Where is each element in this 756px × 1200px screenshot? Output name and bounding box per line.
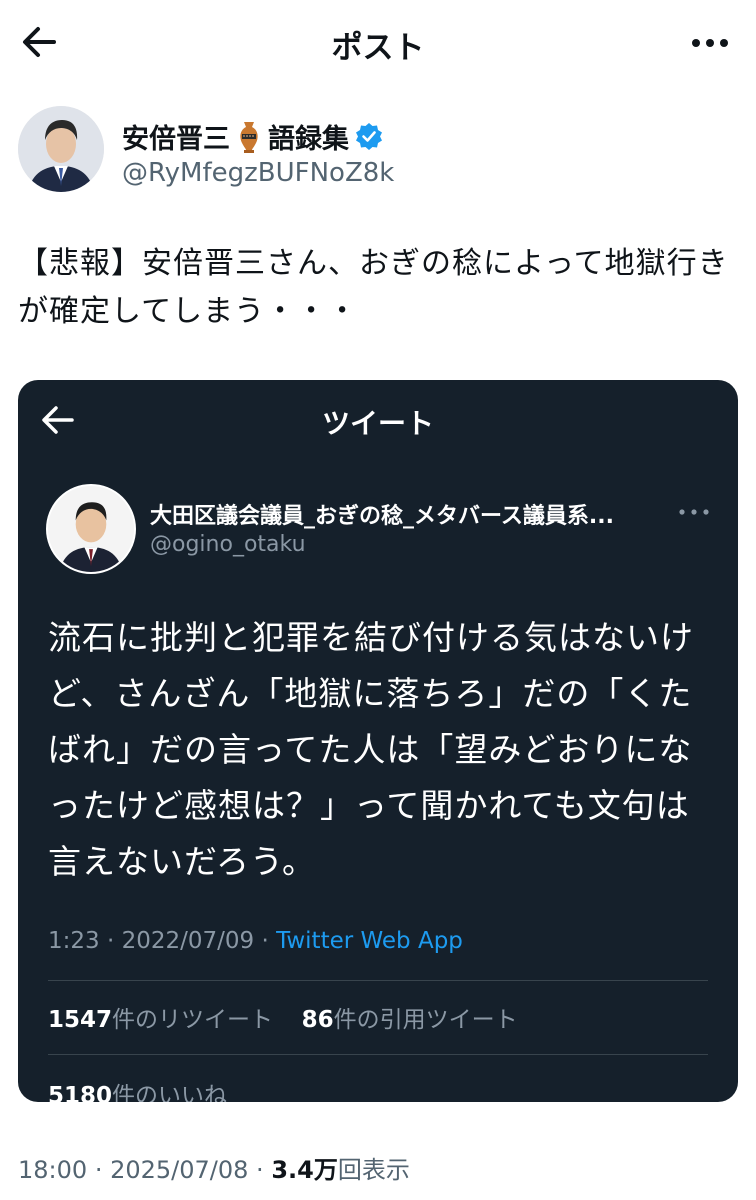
top-bar: ポスト xyxy=(0,0,756,86)
more-options-icon[interactable] xyxy=(688,28,732,58)
quoted-author-name: 大田区議会議員_おぎの稔_メタバース議員系... xyxy=(150,504,614,529)
quoted-author-avatar xyxy=(46,484,136,574)
likes-label: 件のいいね xyxy=(112,1083,228,1102)
post-text: 【悲報】安倍晋三さん、おぎの稔によって地獄行きが確定してしまう・・・ xyxy=(18,246,729,329)
quoted-retweet-stats: 1547件のリツイート 86件の引用ツイート xyxy=(48,1000,518,1034)
quoted-tweet-screenshot[interactable]: ツイート 大田区議会議員_おぎの稔_メタバース議員系... @ogino_ota… xyxy=(18,380,738,1102)
quoted-meta-separator: · xyxy=(106,928,122,954)
quoted-tweet-meta: 1:23 · 2022/07/09 · Twitter Web App xyxy=(48,928,463,954)
retweets-label: 件のリツイート xyxy=(112,1007,274,1033)
quoted-like-stats: 5180件のいいね xyxy=(48,1076,227,1102)
likes-count: 5180 xyxy=(48,1083,113,1102)
author-name-prefix: 安倍晋三 xyxy=(122,123,230,155)
post-author: 安倍晋三 語録集 @RyMfegzBUFNoZ8k xyxy=(18,106,738,196)
post-meta-separator: · xyxy=(94,1156,111,1184)
post-meta-separator: · xyxy=(256,1156,272,1184)
quoted-author-portrait-icon xyxy=(48,486,134,572)
post-date: 2025/07/08 xyxy=(110,1156,249,1184)
post-time: 18:00 xyxy=(18,1156,88,1184)
quoted-author-handle: @ogino_otaku xyxy=(150,532,306,557)
views-count: 3.4万 xyxy=(271,1156,338,1184)
quoted-header-title: ツイート xyxy=(321,407,434,440)
quoted-tweet-text: 流石に批判と犯罪を結び付ける気はないけど、さんざん「地獄に落ちろ」だの「くたばれ… xyxy=(48,618,694,881)
verified-badge-icon xyxy=(356,123,382,150)
quotes-count: 86 xyxy=(301,1007,334,1033)
quoted-divider xyxy=(48,1054,708,1055)
author-avatar[interactable] xyxy=(18,106,104,192)
quoted-divider xyxy=(48,980,708,981)
quoted-source: Twitter Web App xyxy=(276,928,463,954)
author-portrait-icon xyxy=(18,106,104,192)
page-title: ポスト xyxy=(331,30,425,66)
author-handle[interactable]: @RyMfegzBUFNoZ8k xyxy=(122,158,394,188)
amphora-icon xyxy=(240,122,258,153)
author-name-suffix: 語録集 xyxy=(268,123,349,155)
quoted-time: 1:23 xyxy=(48,928,100,954)
post-meta: 18:00 · 2025/07/08 · 3.4万回表示 xyxy=(18,1150,410,1185)
quoted-date: 2022/07/09 xyxy=(121,928,255,954)
quoted-more-icon xyxy=(679,509,709,515)
author-name-row[interactable]: 安倍晋三 語録集 xyxy=(122,116,383,156)
views-label: 回表示 xyxy=(337,1156,410,1184)
quotes-label: 件の引用ツイート xyxy=(333,1007,518,1033)
retweets-count: 1547 xyxy=(48,1007,113,1033)
quoted-meta-separator: · xyxy=(261,928,277,954)
